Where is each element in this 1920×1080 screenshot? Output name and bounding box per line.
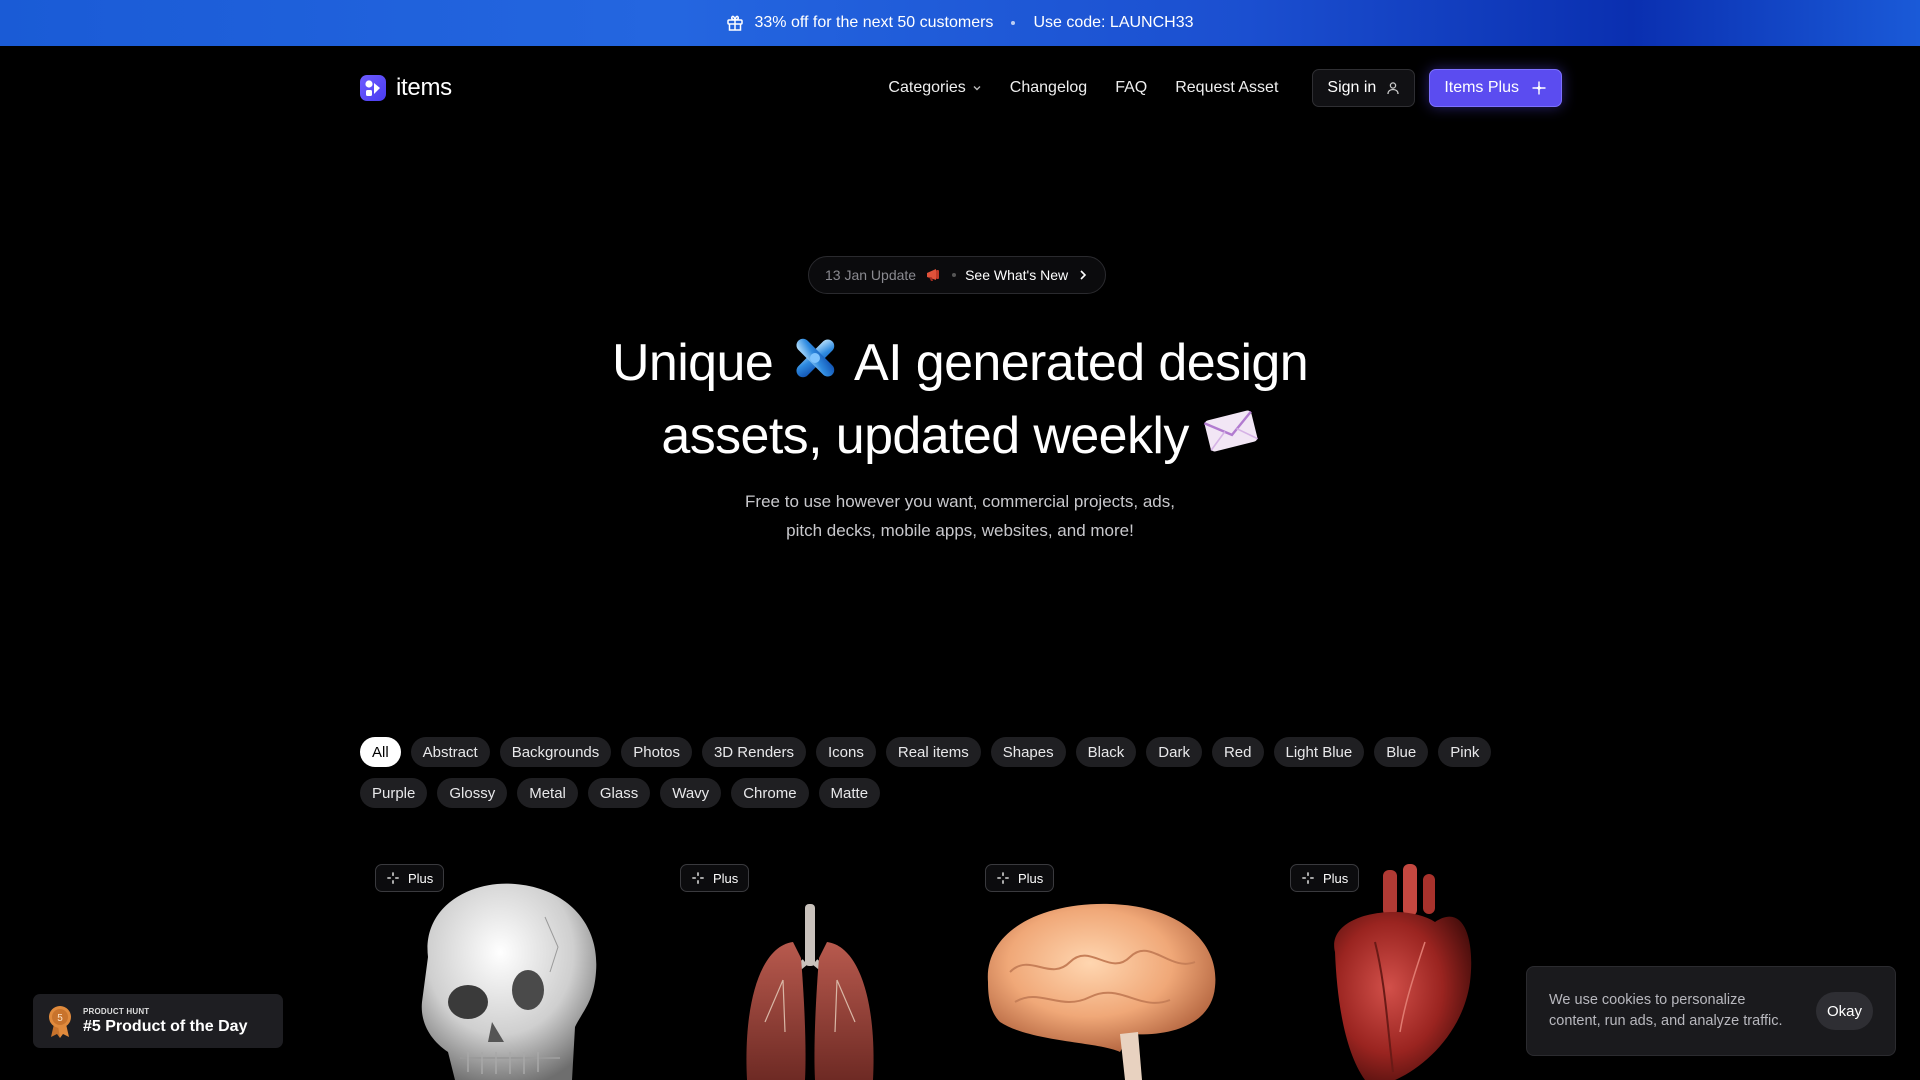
plus-badge: Plus	[680, 864, 750, 892]
nav-links: Categories Changelog FAQ Request Asset	[888, 79, 1278, 97]
update-separator	[952, 273, 957, 277]
items-plus-button[interactable]: Items Plus	[1429, 69, 1562, 107]
sparkle-icon	[1532, 81, 1546, 95]
sign-in-label: Sign in	[1327, 79, 1377, 96]
promo-text: 33% off for the next 50 customers	[754, 14, 994, 31]
sparkle-icon	[997, 872, 1009, 884]
cookie-text: We use cookies to personalize content, r…	[1549, 992, 1783, 1029]
filter-chip-glass[interactable]: Glass	[587, 778, 651, 808]
svg-text:5: 5	[57, 1013, 63, 1024]
filter-chip-black[interactable]: Black	[1075, 737, 1137, 767]
filter-chip-metal[interactable]: Metal	[517, 778, 578, 808]
asset-card-heart[interactable]: Plus	[1275, 862, 1565, 1080]
nav-categories-label: Categories	[888, 79, 966, 96]
plus-badge: Plus	[985, 864, 1055, 892]
logo-icon	[360, 75, 386, 101]
megaphone-icon	[927, 269, 940, 281]
promo-banner[interactable]: 33% off for the next 50 customers Use co…	[0, 0, 1920, 46]
medal-icon: 5	[49, 1006, 71, 1038]
cookie-banner: We use cookies to personalize content, r…	[1526, 966, 1896, 1056]
filter-chip-dark[interactable]: Dark	[1146, 737, 1202, 767]
top-nav: items Categories Changelog FAQ Request A…	[360, 68, 1562, 108]
asset-card-skull[interactable]: Plus	[360, 862, 650, 1080]
product-hunt-badge[interactable]: 5 PRODUCT HUNT #5 Product of the Day	[33, 994, 283, 1048]
hero-subtitle-line1: Free to use however you want, commercial…	[745, 492, 1175, 511]
hero-line2: assets, updated weekly	[661, 407, 1189, 465]
sparkle-icon	[1302, 872, 1314, 884]
nav-changelog[interactable]: Changelog	[1010, 79, 1087, 97]
filter-chip-blue[interactable]: Blue	[1374, 737, 1429, 767]
brain-image	[987, 903, 1216, 1080]
cookie-okay-button[interactable]: Okay	[1815, 992, 1873, 1030]
sparkle-icon	[692, 872, 704, 884]
filter-chips: All Abstract Backgrounds Photos 3D Renders Ic…	[360, 737, 1562, 808]
asset-card-lungs[interactable]: Plus	[665, 862, 955, 1080]
filter-chip-pink[interactable]: Pink	[1438, 737, 1492, 767]
see-whats-new-link[interactable]: See What's New	[965, 267, 1068, 283]
filter-chip-glossy[interactable]: Glossy	[437, 778, 508, 808]
sign-in-button[interactable]: Sign in	[1312, 69, 1416, 107]
plus-badge-label: Plus	[1018, 870, 1044, 886]
nav-categories[interactable]: Categories	[888, 79, 981, 97]
update-pill[interactable]: 13 Jan Update See What's New	[808, 256, 1107, 294]
items-plus-label: Items Plus	[1444, 79, 1519, 96]
envelope-icon	[1203, 406, 1259, 473]
hero-line1-start: Unique	[611, 334, 774, 393]
chevron-down-icon	[973, 86, 981, 91]
promo-code: Use code: LAUNCH33	[1033, 14, 1194, 31]
filter-chip-backgrounds[interactable]: Backgrounds	[499, 737, 612, 767]
plus-badge-label: Plus	[408, 870, 434, 886]
lungs-image	[746, 904, 874, 1080]
logo[interactable]: items	[360, 74, 452, 102]
plus-badge: Plus	[375, 864, 445, 892]
promo-separator	[1011, 21, 1016, 25]
filter-chip-icons[interactable]: Icons	[816, 737, 876, 767]
plus-badge-label: Plus	[1323, 870, 1349, 886]
hero-heading: Unique AI generated design assets, updat…	[0, 330, 1920, 473]
filter-chip-real-items[interactable]: Real items	[885, 737, 981, 767]
filter-chip-photos[interactable]: Photos	[621, 737, 692, 767]
user-icon	[1387, 82, 1399, 95]
hero-line1-end: AI generated design	[853, 334, 1309, 393]
filter-chip-shapes[interactable]: Shapes	[990, 737, 1066, 767]
nav-faq[interactable]: FAQ	[1115, 79, 1147, 97]
sparkle-icon	[387, 872, 399, 884]
filter-chip-chrome[interactable]: Chrome	[731, 778, 809, 808]
heart-image	[1334, 864, 1472, 1080]
filter-chip-wavy[interactable]: Wavy	[660, 778, 722, 808]
filter-chip-all[interactable]: All	[360, 737, 401, 767]
filter-chip-3d-renders[interactable]: 3D Renders	[701, 737, 807, 767]
gift-icon	[726, 14, 744, 32]
plus-badge-label: Plus	[713, 870, 739, 886]
hero-subtitle: Free to use however you want, commercial…	[0, 487, 1920, 545]
chevron-right-icon	[1080, 270, 1087, 280]
logo-text: items	[396, 74, 452, 101]
plus-badge: Plus	[1290, 864, 1360, 892]
hero-subtitle-line2: pitch decks, mobile apps, websites, and …	[786, 521, 1134, 540]
skull-image	[421, 883, 597, 1080]
update-date: 13 Jan Update	[825, 267, 917, 283]
filter-chip-purple[interactable]: Purple	[360, 778, 428, 808]
product-hunt-title: #5 Product of the Day	[83, 1017, 248, 1035]
filter-chip-light-blue[interactable]: Light Blue	[1273, 737, 1365, 767]
filter-chip-red[interactable]: Red	[1211, 737, 1264, 767]
asset-card-brain[interactable]: Plus	[970, 862, 1260, 1080]
filter-chip-abstract[interactable]: Abstract	[410, 737, 490, 767]
filter-chip-matte[interactable]: Matte	[818, 778, 881, 808]
asset-grid: Plus Plus Plus Plus	[360, 862, 1562, 1080]
blue-x-shape-icon	[787, 330, 843, 403]
nav-request-asset[interactable]: Request Asset	[1175, 79, 1278, 97]
product-hunt-label: PRODUCT HUNT	[83, 1006, 150, 1016]
